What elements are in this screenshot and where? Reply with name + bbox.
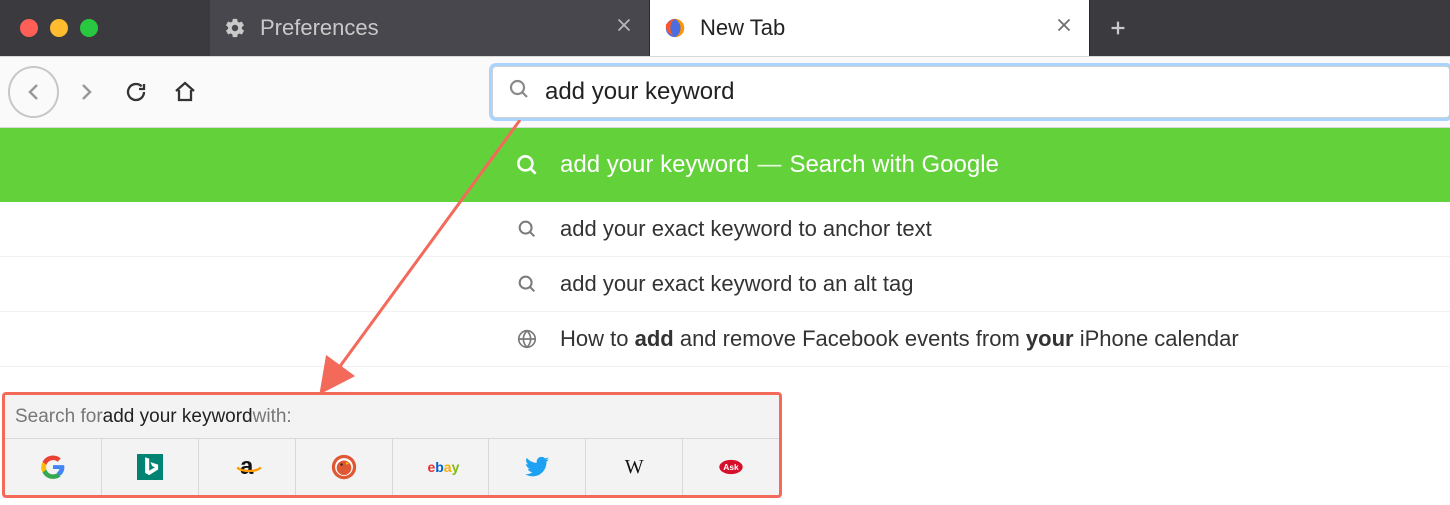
suggestion-text: How to add and remove Facebook events fr… bbox=[560, 326, 1239, 352]
search-icon bbox=[510, 152, 544, 178]
tab-label: New Tab bbox=[700, 15, 1053, 41]
engine-duckduckgo[interactable] bbox=[296, 439, 393, 495]
tab-preferences[interactable]: Preferences bbox=[210, 0, 650, 56]
engine-twitter[interactable] bbox=[489, 439, 586, 495]
url-bar[interactable] bbox=[492, 66, 1450, 118]
minimize-window-button[interactable] bbox=[50, 19, 68, 37]
gear-icon bbox=[224, 17, 246, 39]
zoom-window-button[interactable] bbox=[80, 19, 98, 37]
engine-ebay[interactable]: ebay bbox=[393, 439, 490, 495]
engine-wikipedia[interactable]: W bbox=[586, 439, 683, 495]
one-click-search-panel: Search for add your keyword with: a ebay… bbox=[2, 392, 782, 498]
amazon-icon: a bbox=[234, 454, 260, 480]
tab-new-tab[interactable]: New Tab bbox=[650, 0, 1090, 56]
close-tab-icon[interactable] bbox=[1053, 14, 1075, 42]
close-window-button[interactable] bbox=[20, 19, 38, 37]
close-tab-icon[interactable] bbox=[613, 14, 635, 42]
suggestion-action: Search with Google bbox=[789, 151, 998, 179]
wikipedia-icon: W bbox=[621, 454, 647, 480]
urlbar-suggestions: add your keyword — Search with Google ad… bbox=[0, 128, 1450, 367]
globe-icon bbox=[510, 328, 544, 350]
suggestion-text: add your exact keyword to an alt tag bbox=[560, 271, 913, 297]
suggestion-row[interactable]: add your exact keyword to an alt tag bbox=[0, 257, 1450, 312]
engine-amazon[interactable]: a bbox=[199, 439, 296, 495]
reload-button[interactable] bbox=[113, 69, 159, 115]
suggestion-text: add your exact keyword to anchor text bbox=[560, 216, 932, 242]
tab-label: Preferences bbox=[260, 15, 613, 41]
suggestion-row-highlighted[interactable]: add your keyword — Search with Google bbox=[0, 128, 1450, 202]
tab-strip: Preferences New Tab bbox=[0, 0, 1450, 56]
separator: — bbox=[757, 151, 781, 179]
search-icon bbox=[510, 218, 544, 240]
suggestion-text: add your keyword bbox=[560, 151, 749, 179]
home-button[interactable] bbox=[162, 69, 208, 115]
window-controls bbox=[0, 0, 210, 56]
engine-ask[interactable]: Ask bbox=[683, 439, 779, 495]
engine-bing[interactable] bbox=[102, 439, 199, 495]
forward-button[interactable] bbox=[63, 69, 109, 115]
ebay-icon: ebay bbox=[427, 454, 453, 480]
search-icon bbox=[507, 77, 531, 108]
url-input[interactable] bbox=[545, 78, 1435, 106]
suggestion-row[interactable]: How to add and remove Facebook events fr… bbox=[0, 312, 1450, 367]
panel-label: Search for add your keyword with: bbox=[5, 395, 779, 439]
firefox-icon bbox=[664, 17, 686, 39]
back-button[interactable] bbox=[8, 66, 59, 118]
svg-text:Ask: Ask bbox=[723, 462, 739, 472]
new-tab-button[interactable] bbox=[1090, 0, 1146, 56]
suggestion-row[interactable]: add your exact keyword to anchor text bbox=[0, 202, 1450, 257]
search-icon bbox=[510, 273, 544, 295]
navigation-toolbar bbox=[0, 56, 1450, 128]
engine-google[interactable] bbox=[5, 439, 102, 495]
